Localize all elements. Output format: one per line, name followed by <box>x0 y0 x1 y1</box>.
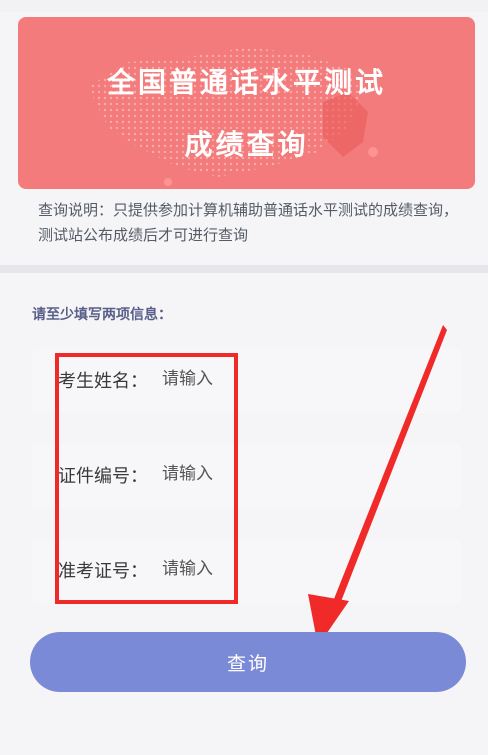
name-field: 考生姓名： <box>32 349 462 413</box>
name-label: 考生姓名： <box>58 371 148 392</box>
query-button[interactable]: 查询 <box>30 632 466 692</box>
query-note: 查询说明：只提供参加计算机辅助普通话水平测试的成绩查询，测试站公布成绩后才可进行… <box>38 201 459 244</box>
id-number-label: 证件编号： <box>58 466 148 487</box>
banner-title: 全国普通话水平测试 <box>106 66 386 99</box>
china-map-illustration <box>88 47 378 186</box>
form-hint: 请至少填写两项信息： <box>32 307 172 323</box>
top-strip <box>0 0 488 12</box>
name-input[interactable] <box>162 363 412 395</box>
admission-number-label: 准考证号： <box>58 561 148 582</box>
admission-number-input[interactable] <box>162 553 412 585</box>
banner: 全国普通话水平测试 成绩查询 <box>18 17 475 189</box>
id-number-field: 证件编号： <box>32 444 462 508</box>
id-number-input[interactable] <box>162 458 412 490</box>
section-divider <box>0 265 488 273</box>
banner-subtitle: 成绩查询 <box>184 128 309 161</box>
admission-number-field: 准考证号： <box>32 539 462 603</box>
